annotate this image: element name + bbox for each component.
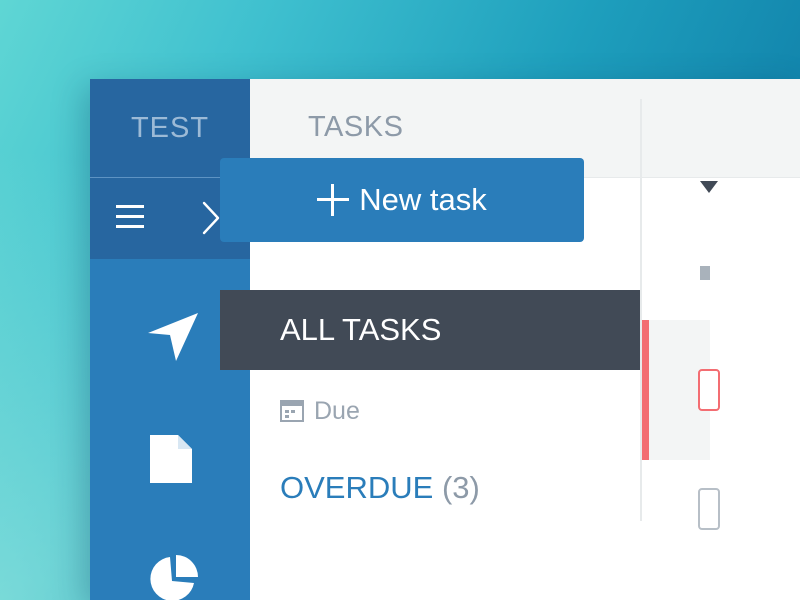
navigation-arrow-icon[interactable] (142, 305, 202, 365)
plus-icon (317, 184, 350, 216)
task-checkbox[interactable] (698, 369, 720, 411)
overdue-label: OVERDUE (280, 470, 434, 505)
hamburger-menu-icon[interactable] (116, 202, 146, 232)
task-priority-indicator (642, 320, 649, 460)
new-task-label: New task (359, 182, 487, 217)
due-label: Due (314, 396, 360, 425)
status-indicator (700, 266, 710, 280)
page-title: TASKS (308, 111, 404, 143)
pie-chart-icon[interactable] (142, 549, 202, 600)
task-checkbox[interactable] (698, 488, 720, 530)
overdue-filter[interactable]: OVERDUE (3) (280, 470, 480, 506)
caret-down-icon[interactable] (700, 181, 718, 193)
filter-all-tasks[interactable]: ALL TASKS (220, 290, 640, 370)
calendar-icon (280, 400, 304, 422)
overdue-count: (3) (441, 470, 480, 505)
due-filter[interactable]: Due (280, 395, 360, 427)
new-task-button[interactable]: New task (220, 158, 584, 242)
document-icon[interactable] (142, 429, 202, 489)
filter-all-tasks-label: ALL TASKS (280, 312, 442, 347)
